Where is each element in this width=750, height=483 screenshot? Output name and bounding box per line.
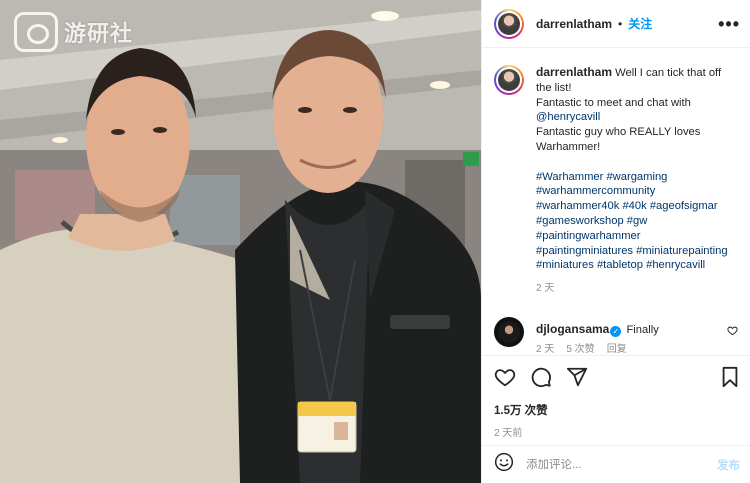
- smiley-icon[interactable]: [494, 452, 514, 477]
- hashtag-link[interactable]: #ageofsigmar: [650, 200, 718, 212]
- heart-icon[interactable]: [494, 366, 516, 393]
- caption-text: darrenlatham Well I can tick that off th…: [536, 65, 738, 297]
- caption-line-2: Fantastic to meet and chat with: [536, 96, 691, 109]
- mention-link[interactable]: @henrycavill: [536, 110, 738, 125]
- comment-meta: 2 天 5 次赞 回复: [536, 343, 738, 354]
- post-side-panel: darrenlatham • 关注 ••• darrenlatham Well …: [481, 0, 750, 483]
- share-icon[interactable]: [566, 366, 588, 393]
- likes-count[interactable]: 1.5万 次赞: [494, 402, 740, 418]
- follow-button[interactable]: 关注: [628, 15, 652, 32]
- controller-icon: [14, 12, 58, 52]
- comment-text: Finally: [626, 323, 659, 336]
- photo-illustration: [0, 0, 481, 483]
- bookmark-icon[interactable]: [720, 366, 740, 393]
- hashtag-link[interactable]: #henrycavill: [646, 259, 705, 271]
- caption-username[interactable]: darrenlatham: [536, 65, 612, 79]
- hashtag-link[interactable]: #gw: [627, 215, 648, 227]
- watermark-text: 游研社: [64, 21, 134, 46]
- action-icon-row: [494, 366, 740, 393]
- comment-item: djlogansama ✓ Finally 2 天 5 次赞 回复: [494, 316, 738, 354]
- hashtag-link[interactable]: #warhammer40k: [536, 200, 619, 212]
- more-options-icon[interactable]: •••: [718, 15, 740, 33]
- hashtag-list: #Warhammer #wargaming #warhammercommunit…: [536, 170, 738, 274]
- hashtag-link[interactable]: #warhammercommunity: [536, 185, 655, 197]
- hashtag-link[interactable]: #miniaturepainting: [636, 245, 727, 257]
- comment-likes[interactable]: 5 次赞: [566, 343, 594, 354]
- watermark-logo: 游研社: [14, 12, 133, 52]
- comment-like-heart-icon[interactable]: [727, 323, 738, 341]
- caption: darrenlatham Well I can tick that off th…: [494, 65, 738, 297]
- commenter-username[interactable]: djlogansama: [536, 322, 609, 336]
- author-username[interactable]: darrenlatham: [536, 17, 612, 31]
- comment-reply-button[interactable]: 回复: [607, 343, 627, 354]
- separator-dot: •: [618, 16, 623, 31]
- hashtag-link[interactable]: #paintingwarhammer: [536, 230, 640, 242]
- post-time[interactable]: 2 天前: [494, 424, 740, 439]
- hashtag-link[interactable]: #gamesworkshop: [536, 215, 624, 227]
- author-avatar[interactable]: [494, 8, 524, 39]
- hashtag-link[interactable]: #40k: [622, 200, 646, 212]
- post-header: darrenlatham • 关注 •••: [482, 0, 750, 48]
- comment-input[interactable]: [526, 458, 717, 471]
- hashtag-link[interactable]: #tabletop: [597, 259, 643, 271]
- hashtag-link[interactable]: #wargaming: [606, 171, 667, 183]
- commenter-avatar[interactable]: [494, 316, 524, 347]
- comments-area[interactable]: darrenlatham Well I can tick that off th…: [482, 49, 750, 354]
- comment-body: djlogansama ✓ Finally 2 天 5 次赞 回复: [536, 317, 738, 354]
- verified-badge-icon: ✓: [610, 325, 622, 337]
- hashtag-link[interactable]: #miniatures: [536, 259, 594, 271]
- caption-line-3: Fantastic guy who REALLY loves Warhammer…: [536, 126, 701, 153]
- caption-avatar[interactable]: [494, 65, 524, 95]
- comment-icon[interactable]: [530, 366, 552, 393]
- comment-time[interactable]: 2 天: [536, 343, 554, 354]
- post-actions: 1.5万 次赞 2 天前: [482, 355, 750, 439]
- hashtag-link[interactable]: #Warhammer: [536, 171, 603, 183]
- hashtag-link[interactable]: #paintingminiatures: [536, 245, 633, 257]
- caption-time[interactable]: 2 天: [536, 282, 738, 297]
- post-comment-button[interactable]: 发布: [717, 457, 740, 473]
- add-comment-bar: 发布: [482, 445, 750, 483]
- post-photo[interactable]: 游研社: [0, 0, 481, 483]
